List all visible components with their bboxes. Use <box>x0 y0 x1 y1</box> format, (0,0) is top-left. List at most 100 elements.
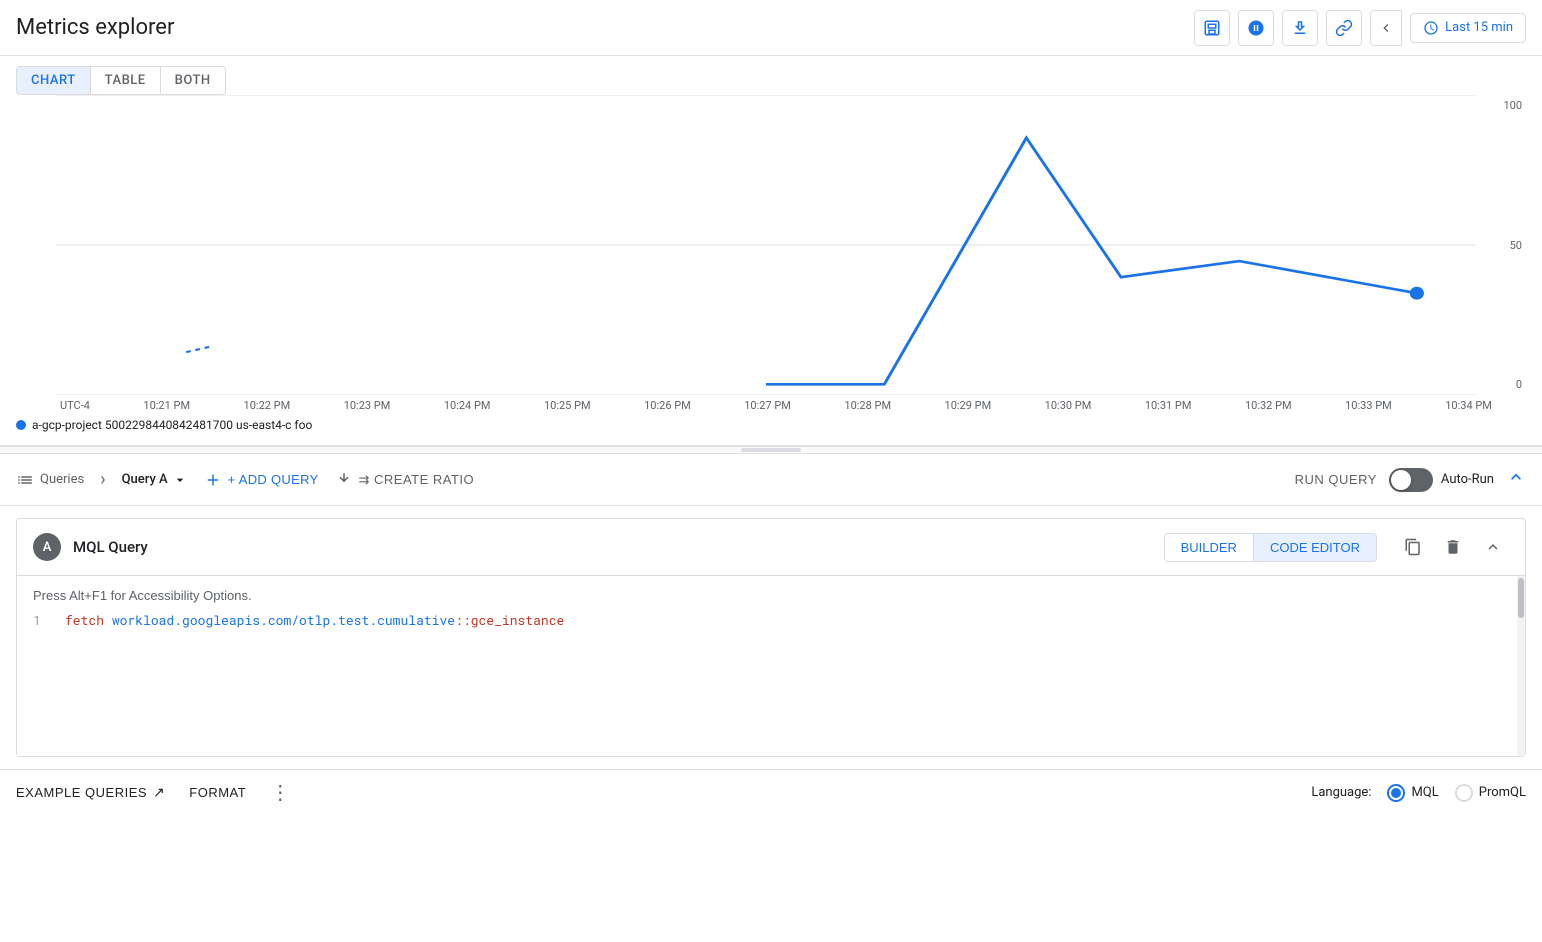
settings-icon[interactable] <box>1238 10 1274 46</box>
x-label-9: 10:29 PM <box>945 399 992 412</box>
x-label-3: 10:23 PM <box>344 399 391 412</box>
line-chart <box>56 95 1476 395</box>
query-bar: Queries › Query A + ADD QUERY ⇉ CREATE R… <box>0 454 1542 506</box>
x-label-8: 10:28 PM <box>844 399 891 412</box>
query-bar-right: RUN QUERY Auto-Run <box>1295 467 1526 492</box>
delete-button[interactable] <box>1437 531 1469 563</box>
y-label-50: 50 <box>1510 239 1522 252</box>
radio-mql-label: MQL <box>1411 785 1438 800</box>
code-content-1: fetch workload.googleapis.com/otlp.test.… <box>65 611 564 629</box>
chart-tab-group: CHART TABLE BOTH <box>0 56 1542 95</box>
collapse-editor-button[interactable] <box>1506 467 1526 492</box>
language-selector: Language: MQL PromQL <box>1311 784 1526 802</box>
x-label-12: 10:32 PM <box>1245 399 1292 412</box>
more-options-button[interactable]: ⋮ <box>270 780 290 805</box>
accessibility-hint: Press Alt+F1 for Accessibility Options. <box>33 588 1509 603</box>
radio-promql[interactable]: PromQL <box>1455 784 1526 802</box>
tab-builder[interactable]: BUILDER <box>1165 534 1253 561</box>
create-ratio-button[interactable]: ⇉ CREATE RATIO <box>335 471 475 489</box>
radio-mql[interactable]: MQL <box>1387 784 1438 802</box>
legend-dot <box>16 420 26 430</box>
download-icon[interactable] <box>1282 10 1318 46</box>
add-icon <box>204 471 222 489</box>
editor-title: MQL Query <box>73 538 148 556</box>
link-icon[interactable] <box>1326 10 1362 46</box>
x-label-tz: UTC-4 <box>60 399 90 412</box>
radio-mql-inner <box>1391 788 1401 798</box>
language-label: Language: <box>1311 785 1371 800</box>
editor-tab-group: BUILDER CODE EDITOR <box>1164 533 1377 562</box>
resize-handle[interactable] <box>0 446 1542 454</box>
format-label: FORMAT <box>189 785 246 800</box>
resize-bar <box>741 448 801 452</box>
expand-collapse-button[interactable] <box>1477 531 1509 563</box>
breadcrumb-chevron: › <box>100 469 105 490</box>
radio-promql-label: PromQL <box>1479 785 1526 800</box>
line-number-1: 1 <box>33 611 49 629</box>
x-label-7: 10:27 PM <box>744 399 791 412</box>
x-label-14: 10:34 PM <box>1445 399 1492 412</box>
query-avatar: A <box>33 533 61 561</box>
x-label-5: 10:25 PM <box>544 399 591 412</box>
dropdown-icon <box>172 472 188 488</box>
format-button[interactable]: FORMAT <box>189 785 246 800</box>
y-label-0: 0 <box>1516 378 1522 391</box>
chart-legend: a-gcp-project 5002298440842481700 us-eas… <box>0 412 1542 438</box>
list-icon <box>16 471 34 489</box>
editor-footer: EXAMPLE QUERIES ↗ FORMAT ⋮ Language: MQL… <box>0 769 1542 815</box>
code-url: workload.googleapis.com/otlp.test.cumula… <box>112 611 455 629</box>
code-path: gce_instance <box>471 611 565 629</box>
time-range-label: Last 15 min <box>1445 20 1513 35</box>
x-label-10: 10:30 PM <box>1045 399 1092 412</box>
scrollbar-thumb <box>1518 578 1524 618</box>
chart-svg <box>56 95 1476 395</box>
tab-chart[interactable]: CHART <box>16 66 91 95</box>
add-query-button[interactable]: + ADD QUERY <box>204 471 319 489</box>
example-queries-button[interactable]: EXAMPLE QUERIES ↗ <box>16 784 165 801</box>
code-separator: :: <box>455 611 471 629</box>
radio-group: MQL PromQL <box>1387 784 1526 802</box>
add-query-label: + ADD QUERY <box>228 472 319 487</box>
time-range-selector[interactable]: Last 15 min <box>1410 13 1526 43</box>
y-label-100: 100 <box>1503 99 1522 112</box>
queries-nav[interactable]: Queries <box>16 471 84 489</box>
auto-run-toggle[interactable]: Auto-Run <box>1389 468 1494 492</box>
chart-area: CHART TABLE BOTH 100 50 0 <box>0 56 1542 446</box>
tab-both[interactable]: BOTH <box>161 66 226 95</box>
toggle-thumb <box>1391 470 1411 490</box>
editor-body[interactable]: Press Alt+F1 for Accessibility Options. … <box>17 576 1525 756</box>
example-queries-label: EXAMPLE QUERIES <box>16 785 147 800</box>
radio-mql-circle <box>1387 784 1405 802</box>
radio-promql-circle <box>1455 784 1473 802</box>
save-dashboard-icon[interactable] <box>1194 10 1230 46</box>
app-header: Metrics explorer <box>0 0 1542 56</box>
vertical-scrollbar[interactable] <box>1517 576 1525 756</box>
x-label-11: 10:31 PM <box>1145 399 1192 412</box>
query-name: Query A <box>122 472 168 487</box>
toggle-track[interactable] <box>1389 468 1433 492</box>
mql-editor-section: A MQL Query BUILDER CODE EDITOR <box>16 518 1526 757</box>
x-label-2: 10:22 PM <box>244 399 291 412</box>
auto-run-label: Auto-Run <box>1441 472 1494 487</box>
x-label-4: 10:24 PM <box>444 399 491 412</box>
collapse-panel-icon[interactable] <box>1370 10 1402 46</box>
x-label-6: 10:26 PM <box>644 399 691 412</box>
run-query-button[interactable]: RUN QUERY <box>1295 472 1377 487</box>
external-link-icon: ↗ <box>153 784 165 801</box>
copy-button[interactable] <box>1397 531 1429 563</box>
tab-table[interactable]: TABLE <box>91 66 161 95</box>
x-axis: UTC-4 10:21 PM 10:22 PM 10:23 PM 10:24 P… <box>0 395 1542 412</box>
tab-code-editor[interactable]: CODE EDITOR <box>1253 534 1376 561</box>
page-title: Metrics explorer <box>16 15 174 40</box>
queries-label-text: Queries <box>40 472 84 487</box>
code-keyword: fetch <box>65 611 104 629</box>
legend-label: a-gcp-project 5002298440842481700 us-eas… <box>32 418 312 432</box>
x-label-13: 10:33 PM <box>1345 399 1392 412</box>
editor-header: A MQL Query BUILDER CODE EDITOR <box>17 519 1525 576</box>
y-axis: 100 50 0 <box>1486 95 1526 395</box>
create-ratio-label: ⇉ CREATE RATIO <box>359 472 475 488</box>
chart-canvas: 100 50 0 <box>16 95 1526 395</box>
x-label-1: 10:21 PM <box>143 399 190 412</box>
query-selector[interactable]: Query A <box>122 472 188 488</box>
header-actions: Last 15 min <box>1194 10 1526 46</box>
